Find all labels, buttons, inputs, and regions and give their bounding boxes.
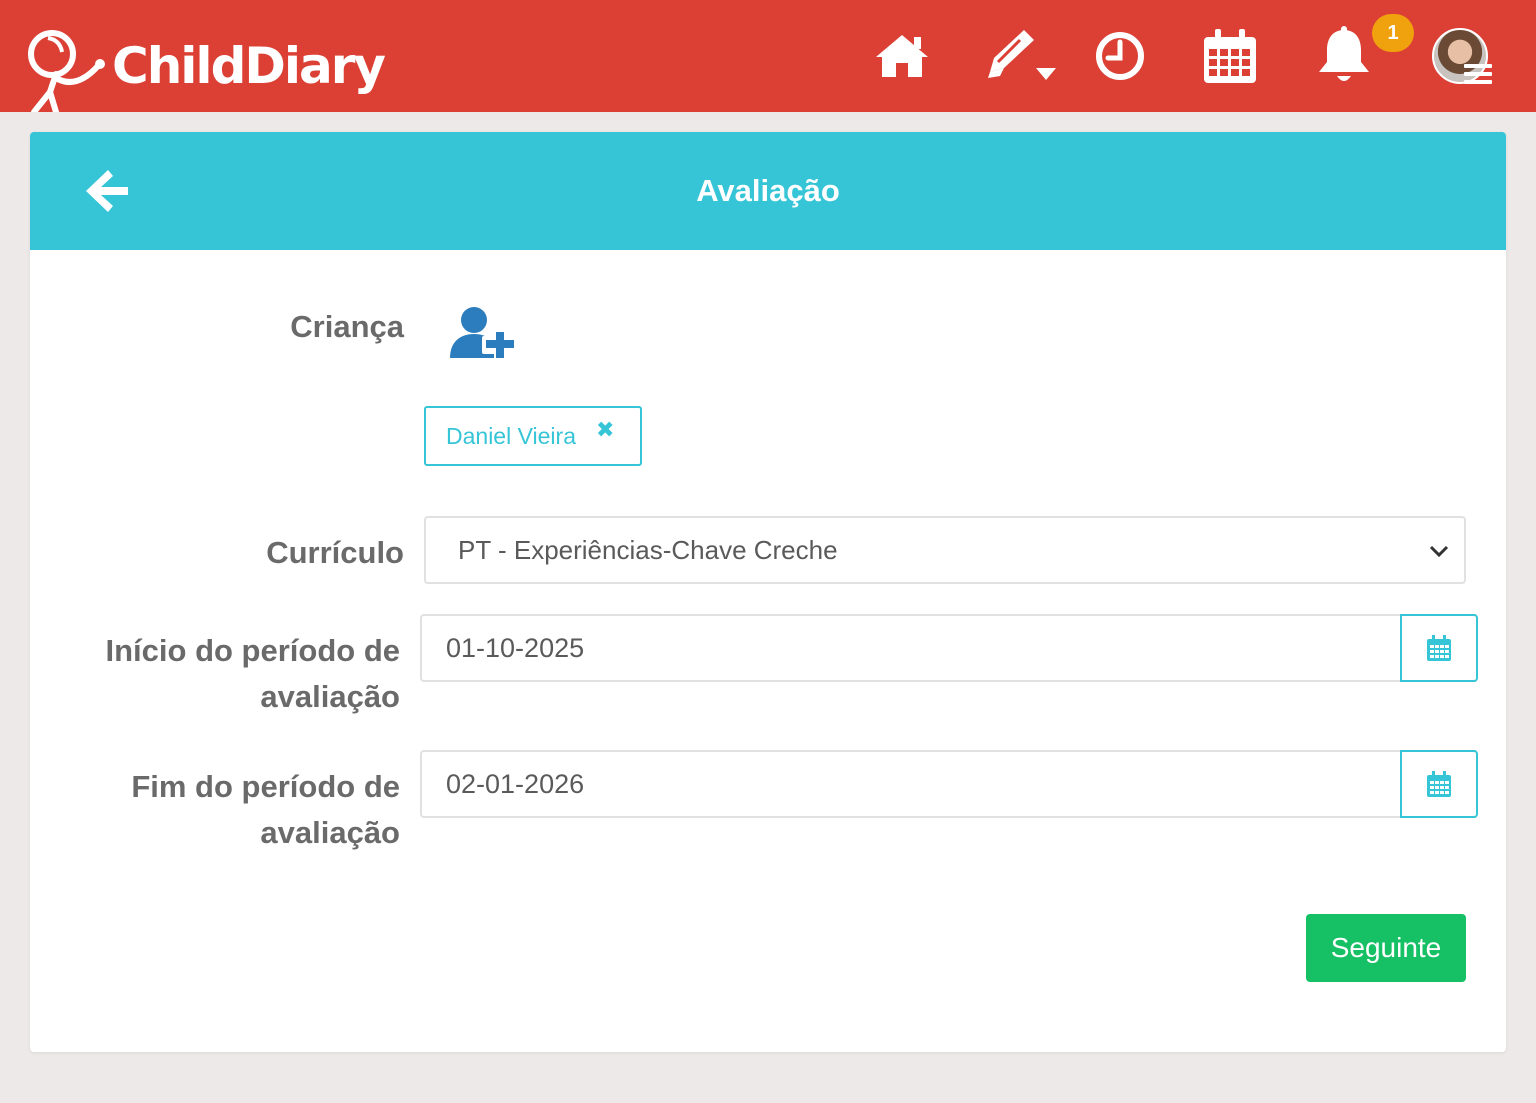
calendar-icon	[1427, 771, 1451, 797]
app-logo[interactable]: ChildDiary	[26, 28, 386, 112]
period-end-label-line1: Fim do período de	[131, 769, 400, 804]
app-logo-text: ChildDiary	[112, 37, 386, 95]
evaluation-form-card: Avaliação Criança Daniel Vieira ✖ Curríc…	[30, 132, 1506, 1052]
curriculum-selected-value: PT - Experiências-Chave Creche	[458, 534, 838, 565]
child-label: Criança	[290, 309, 404, 344]
period-start-field: 01-10-2025	[420, 614, 1478, 682]
period-end-input[interactable]: 02-01-2026	[422, 752, 1400, 816]
calendar-button[interactable]	[1198, 24, 1262, 88]
calendar-icon	[1427, 635, 1451, 661]
period-start-input[interactable]: 01-10-2025	[422, 616, 1400, 680]
top-navigation-bar: ChildDiary 1	[0, 0, 1536, 112]
user-menu-icon[interactable]	[1464, 64, 1492, 88]
notifications-button[interactable]	[1312, 24, 1376, 88]
selected-child-chip: Daniel Vieira ✖	[424, 406, 642, 466]
history-button[interactable]	[1092, 24, 1148, 88]
home-button[interactable]	[872, 24, 932, 88]
period-start-label-line1: Início do período de	[105, 633, 401, 668]
remove-child-icon[interactable]: ✖	[596, 418, 616, 442]
child-figure-logo-icon	[28, 30, 105, 112]
next-button[interactable]: Seguinte	[1306, 914, 1466, 982]
home-icon	[876, 35, 928, 77]
arrow-left-icon	[86, 170, 128, 212]
edit-menu-button[interactable]	[980, 24, 1064, 88]
period-end-label: Fim do período de avaliação	[90, 764, 400, 856]
user-plus-icon	[450, 307, 516, 360]
calendar-icon	[1204, 29, 1256, 83]
curriculum-select[interactable]: PT - Experiências-Chave Creche	[424, 516, 1466, 584]
add-child-button[interactable]	[448, 304, 518, 362]
period-start-label: Início do período de avaliação	[90, 628, 401, 720]
period-end-calendar-button[interactable]	[1400, 750, 1478, 818]
back-button[interactable]	[82, 166, 132, 216]
notification-count-badge: 1	[1372, 14, 1414, 52]
period-start-label-line2: avaliação	[260, 679, 400, 714]
clock-icon	[1096, 32, 1144, 80]
pencil-icon	[988, 30, 1056, 80]
chevron-down-icon	[1429, 545, 1449, 558]
chevron-down-icon	[1036, 68, 1056, 80]
period-end-field: 02-01-2026	[420, 750, 1478, 818]
selected-child-name: Daniel Vieira	[446, 422, 576, 449]
period-start-calendar-button[interactable]	[1400, 614, 1478, 682]
card-header: Avaliação	[30, 132, 1506, 250]
curriculum-label: Currículo	[266, 535, 404, 570]
period-end-label-line2: avaliação	[260, 815, 400, 850]
page-title: Avaliação	[696, 173, 840, 208]
bell-icon	[1319, 26, 1369, 81]
